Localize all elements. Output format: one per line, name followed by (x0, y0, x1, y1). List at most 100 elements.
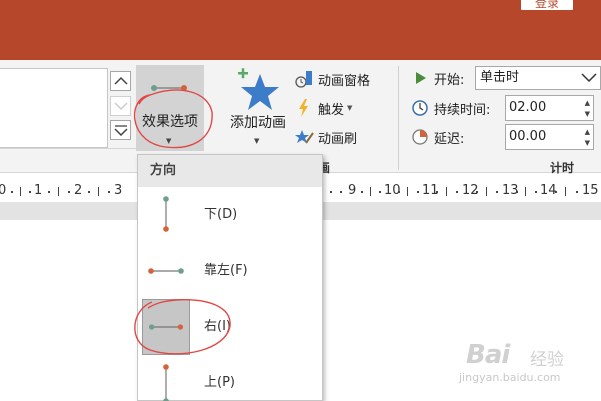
direction-label: 右(I) (204, 319, 231, 334)
add-animation-button[interactable]: 添加动画 ▼ (222, 66, 294, 150)
ruler-dot (48, 191, 50, 193)
ruler-dot (68, 191, 70, 193)
direction-item-down[interactable]: 下(D) (138, 187, 322, 243)
ruler-dot (456, 191, 458, 193)
effect-options-label: 效果选项 (142, 114, 198, 130)
delay-input[interactable]: 00.00 ▲ ▼ (505, 124, 594, 150)
effect-direction-icon (151, 85, 187, 91)
ruler-tick (565, 187, 566, 196)
direction-label: 下(D) (204, 207, 238, 222)
animation-painter-icon (293, 126, 315, 148)
watermark-brand-cn: 经验 (530, 350, 564, 370)
powerpoint-window: 登录 效果选项 ▼ 添加动画 ▼ 动画窗格 触发 ▼ 动画刷 画 开始: 单击时… (0, 0, 601, 401)
spin-up-icon[interactable]: ▲ (585, 99, 590, 107)
ruler-dot (417, 191, 419, 193)
ruler-number: 2 (74, 183, 83, 198)
duration-row: 持续时间: (410, 96, 490, 120)
start-select[interactable]: 单击时 (475, 66, 601, 90)
duration-input[interactable]: 02.00 ▲ ▼ (505, 95, 594, 121)
ruler-dot (88, 191, 90, 193)
effect-options-button[interactable]: 效果选项 ▼ (136, 65, 204, 151)
ribbon-divider (0, 148, 136, 149)
chevron-down-icon (581, 73, 597, 83)
clock-icon (410, 98, 430, 118)
ruler-dot (496, 191, 498, 193)
start-label: 开始: (434, 72, 465, 88)
direction-item-left[interactable]: 靠左(F) (138, 243, 322, 299)
ruler-dot (108, 191, 110, 193)
ruler-tick (407, 187, 408, 196)
animation-painter-label: 动画刷 (318, 131, 358, 147)
animation-painter-button[interactable]: 动画刷 (293, 126, 357, 148)
duration-value: 02.00 (509, 100, 547, 115)
trigger-button[interactable]: 触发 ▼ (293, 97, 352, 119)
ruler-number: 1 (34, 183, 43, 198)
delay-clock-icon (410, 127, 430, 147)
add-animation-star-icon (238, 68, 279, 110)
start-row: 开始: (410, 66, 464, 90)
ruler-dot (516, 191, 518, 193)
caret-down-icon: ▼ (254, 137, 260, 145)
direction-down-icon (163, 196, 169, 232)
caret-down-icon: ▼ (166, 137, 172, 145)
spin-up-icon[interactable]: ▲ (585, 128, 590, 136)
watermark-url: jingyan.baidu.com (459, 371, 561, 384)
ruler-tick (58, 187, 59, 196)
start-select-value: 单击时 (480, 70, 520, 85)
animation-gallery[interactable] (0, 68, 108, 148)
ruler-dot (340, 191, 342, 193)
direction-label: 靠左(F) (204, 263, 248, 278)
gallery-scroll-down-button[interactable] (110, 96, 131, 116)
spin-down-icon[interactable]: ▼ (585, 139, 590, 147)
group-separator (398, 66, 399, 170)
spin-down-icon[interactable]: ▼ (585, 110, 590, 118)
ruler-dot (535, 191, 537, 193)
ruler-tick (370, 187, 371, 196)
delay-row: 延迟: (410, 125, 464, 149)
effect-options-dropdown: 方向 下(D) 靠左(F) 右(I) 上(P) (137, 154, 323, 401)
login-button[interactable]: 登录 (521, 0, 573, 10)
ruler-dot (379, 191, 381, 193)
ruler-number: 0 (0, 183, 7, 198)
direction-item-up[interactable]: 上(P) (138, 355, 322, 401)
ruler-tick (446, 187, 447, 196)
animation-pane-button[interactable]: 动画窗格 (293, 68, 370, 90)
gallery-scroll-up-button[interactable] (110, 71, 131, 91)
ruler-dot (398, 191, 400, 193)
ruler-dot (476, 191, 478, 193)
direction-right-icon (142, 299, 190, 355)
ruler-dot (436, 191, 438, 193)
ruler-dot (330, 191, 332, 193)
animation-pane-icon (293, 68, 315, 90)
ruler-number: 3 (114, 183, 123, 198)
ruler-dot (361, 191, 363, 193)
delay-label: 延迟: (434, 131, 465, 147)
ruler-tick (486, 187, 487, 196)
ruler-number: 15 (582, 183, 599, 198)
ruler-dot (555, 191, 557, 193)
timing-group-label: 计时 (550, 161, 575, 175)
ruler-tick (98, 187, 99, 196)
trigger-label: 触发 (318, 102, 345, 118)
title-bar: 登录 (0, 0, 601, 60)
direction-label: 上(P) (204, 375, 235, 390)
direction-left-icon (148, 268, 184, 274)
direction-item-right[interactable]: 右(I) (138, 299, 322, 355)
duration-label: 持续时间: (434, 102, 491, 118)
delay-value: 00.00 (509, 129, 547, 144)
add-animation-label: 添加动画 (230, 115, 286, 131)
ruler-dot (29, 191, 31, 193)
ruler-dot (11, 191, 13, 193)
ruler-tick (525, 187, 526, 196)
expand-gallery-icon (113, 125, 128, 136)
direction-up-icon (163, 364, 169, 401)
ruler-number: 9 (348, 183, 357, 198)
chevron-up-icon (113, 76, 128, 85)
gallery-more-button[interactable] (110, 120, 131, 140)
lightning-icon (293, 97, 315, 119)
animation-pane-label: 动画窗格 (318, 73, 371, 89)
direction-header: 方向 (138, 155, 322, 187)
watermark-brand: Bai (466, 340, 510, 370)
ruler-dot (576, 191, 578, 193)
chevron-down-icon (113, 102, 128, 111)
